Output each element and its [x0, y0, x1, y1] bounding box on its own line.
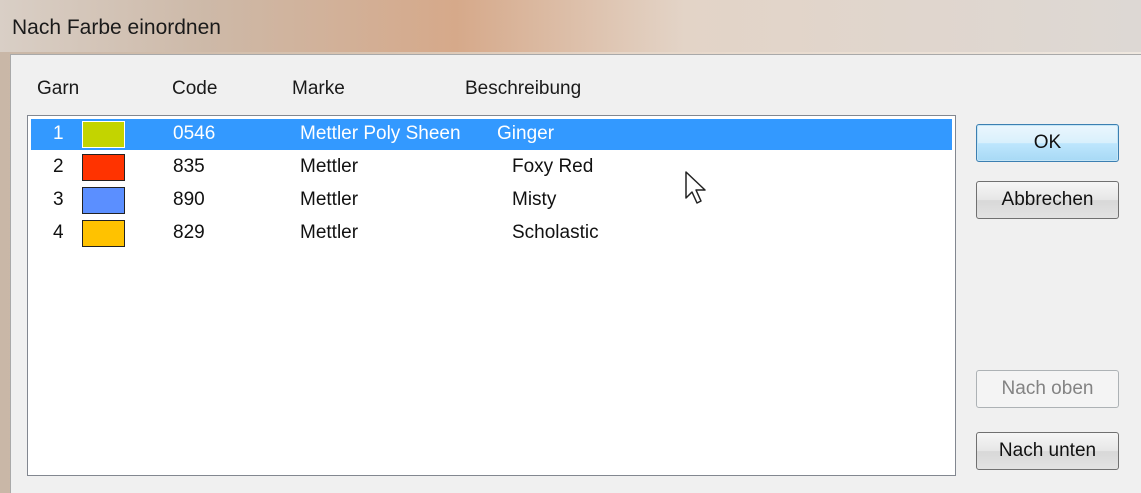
list-item[interactable]: 4 829 Mettler Scholastic — [31, 218, 952, 249]
row-code: 890 — [173, 189, 205, 210]
move-up-button[interactable]: Nach oben — [976, 370, 1119, 408]
row-code: 0546 — [173, 123, 216, 144]
color-swatch — [82, 220, 125, 247]
title-bar[interactable]: Nach Farbe einordnen — [0, 0, 1141, 52]
row-number: 3 — [53, 189, 64, 210]
color-swatch — [82, 121, 125, 148]
row-beschreibung: Foxy Red — [512, 156, 594, 177]
column-header-code[interactable]: Code — [172, 78, 217, 100]
row-marke: Mettler — [300, 222, 359, 243]
list-item[interactable]: 1 0546 Mettler Poly Sheen Ginger — [31, 119, 952, 150]
row-marke: Mettler — [300, 156, 359, 177]
column-header-beschreibung[interactable]: Beschreibung — [465, 78, 581, 100]
list-item[interactable]: 2 835 Mettler Foxy Red — [31, 152, 952, 183]
row-marke: Mettler Poly Sheen — [300, 123, 461, 144]
dialog-window: Nach Farbe einordnen Garn Code Marke Bes… — [0, 0, 1141, 493]
mouse-cursor-icon — [685, 171, 706, 204]
row-beschreibung: Scholastic — [512, 222, 599, 243]
row-beschreibung: Misty — [512, 189, 557, 210]
move-down-button[interactable]: Nach unten — [976, 432, 1119, 470]
column-header-marke[interactable]: Marke — [292, 78, 345, 100]
row-number: 4 — [53, 222, 64, 243]
ok-button[interactable]: OK — [976, 124, 1119, 162]
row-number: 2 — [53, 156, 64, 177]
row-number: 1 — [53, 123, 64, 144]
row-marke: Mettler — [300, 189, 359, 210]
cancel-button[interactable]: Abbrechen — [976, 181, 1119, 219]
row-code: 829 — [173, 222, 205, 243]
list-item[interactable]: 3 890 Mettler Misty — [31, 185, 952, 216]
color-swatch — [82, 187, 125, 214]
window-title: Nach Farbe einordnen — [12, 16, 221, 39]
color-swatch — [82, 154, 125, 181]
row-code: 835 — [173, 156, 205, 177]
row-beschreibung: Ginger — [497, 123, 555, 144]
yarn-list[interactable]: 1 0546 Mettler Poly Sheen Ginger 2 835 M… — [27, 115, 956, 476]
column-header-garn[interactable]: Garn — [37, 78, 79, 100]
